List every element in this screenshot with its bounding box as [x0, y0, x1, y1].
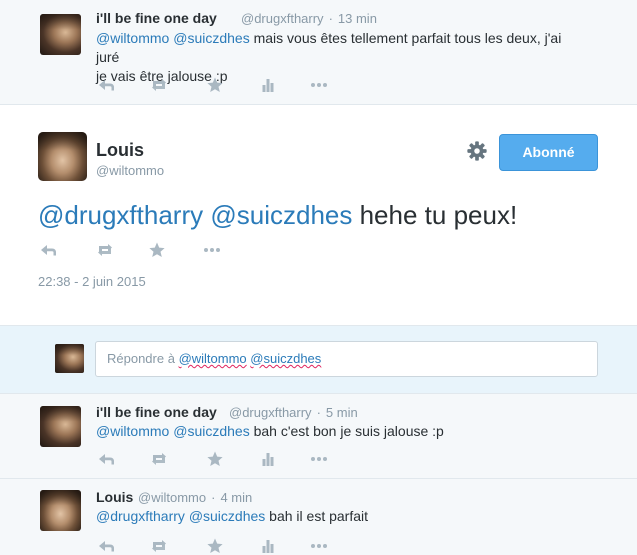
tweet-time[interactable]: 13 min — [338, 11, 377, 26]
reply-mention: @wiltommo — [178, 351, 247, 366]
tweet-text: @wiltommo @suiczdhes bah c'est bon je su… — [96, 422, 596, 441]
tweet-author-name[interactable]: i'll be fine one day — [96, 10, 217, 26]
tweet-author-handle[interactable]: @wiltommo — [138, 490, 206, 505]
favorite-icon[interactable] — [204, 537, 226, 555]
tweet-meta: @drugxftharry · 13 min — [241, 11, 377, 26]
tweet-actions — [38, 241, 238, 259]
more-icon[interactable] — [308, 450, 330, 468]
tweet-1[interactable]: i'll be fine one day @drugxftharry · 13 mi… — [0, 0, 637, 105]
mention-link[interactable]: @drugxftharry — [96, 508, 185, 524]
meta-separator: · — [211, 490, 216, 505]
favorite-icon[interactable] — [204, 450, 226, 468]
tweet-author-handle[interactable]: @drugxftharry — [241, 11, 324, 26]
reply-input[interactable]: Répondre à @wiltommo @suiczdhes — [95, 341, 598, 377]
tweet-time[interactable]: 4 min — [220, 490, 252, 505]
tweet-4[interactable]: Louis @wiltommo · 4 min @drugxftharry @sui… — [0, 479, 637, 553]
mention-link[interactable]: @wiltommo — [96, 423, 169, 439]
meta-separator: · — [328, 11, 333, 26]
avatar[interactable] — [40, 14, 81, 55]
tweet-text-part: bah c'est bon je suis jalouse :p — [249, 423, 444, 439]
tweet-text: @drugxftharry @suiczdhes bah il est parf… — [96, 507, 596, 526]
focused-author-handle[interactable]: @wiltommo — [96, 163, 164, 178]
reply-icon[interactable] — [96, 450, 118, 468]
following-button[interactable]: Abonné — [499, 134, 598, 171]
avatar — [55, 344, 84, 373]
tweet-text-part: bah il est parfait — [265, 508, 369, 524]
tweet-time[interactable]: 5 min — [326, 405, 358, 420]
retweet-icon[interactable] — [148, 450, 170, 468]
tweet-meta: @drugxftharry · 5 min — [229, 405, 358, 420]
gear-icon[interactable] — [466, 140, 488, 162]
analytics-icon[interactable] — [257, 76, 279, 94]
avatar[interactable] — [40, 406, 81, 447]
analytics-icon[interactable] — [257, 450, 279, 468]
retweet-icon[interactable] — [148, 537, 170, 555]
favorite-icon[interactable] — [146, 241, 168, 259]
tweet-text-part: hehe tu peux! — [352, 200, 518, 230]
analytics-icon[interactable] — [257, 537, 279, 555]
meta-separator: · — [316, 405, 321, 420]
focused-author-name[interactable]: Louis — [96, 140, 144, 161]
mention-link[interactable]: @suiczdhes — [173, 423, 249, 439]
tweet-meta: @wiltommo · 4 min — [138, 490, 252, 505]
reply-icon[interactable] — [96, 76, 118, 94]
reply-icon[interactable] — [38, 241, 60, 259]
tweet-author-name[interactable]: i'll be fine one day — [96, 404, 217, 420]
tweet-timestamp[interactable]: 22:38 - 2 juin 2015 — [38, 274, 146, 289]
tweet-actions — [96, 450, 336, 468]
tweet-actions — [96, 537, 336, 555]
tweet-3[interactable]: i'll be fine one day @drugxftharry · 5 min… — [0, 394, 637, 479]
more-icon[interactable] — [308, 76, 330, 94]
avatar[interactable] — [38, 132, 87, 181]
mention-link[interactable]: @suiczdhes — [189, 508, 265, 524]
more-icon[interactable] — [201, 241, 223, 259]
mention-link[interactable]: @suiczdhes — [210, 200, 352, 230]
tweet-author-name[interactable]: Louis — [96, 489, 133, 505]
more-icon[interactable] — [308, 537, 330, 555]
tweet-actions — [96, 76, 336, 94]
retweet-icon[interactable] — [94, 241, 116, 259]
favorite-icon[interactable] — [204, 76, 226, 94]
reply-placeholder: Répondre à — [107, 351, 179, 366]
focused-tweet-text: @drugxftharry @suiczdhes hehe tu peux! — [38, 198, 517, 232]
reply-icon[interactable] — [96, 537, 118, 555]
reply-mention: @suiczdhes — [250, 351, 322, 366]
tweet-author-handle[interactable]: @drugxftharry — [229, 405, 312, 420]
avatar[interactable] — [40, 490, 81, 531]
mention-link[interactable]: @drugxftharry — [38, 200, 203, 230]
mention-link[interactable]: @suiczdhes — [173, 30, 249, 46]
retweet-icon[interactable] — [148, 76, 170, 94]
mention-link[interactable]: @wiltommo — [96, 30, 169, 46]
